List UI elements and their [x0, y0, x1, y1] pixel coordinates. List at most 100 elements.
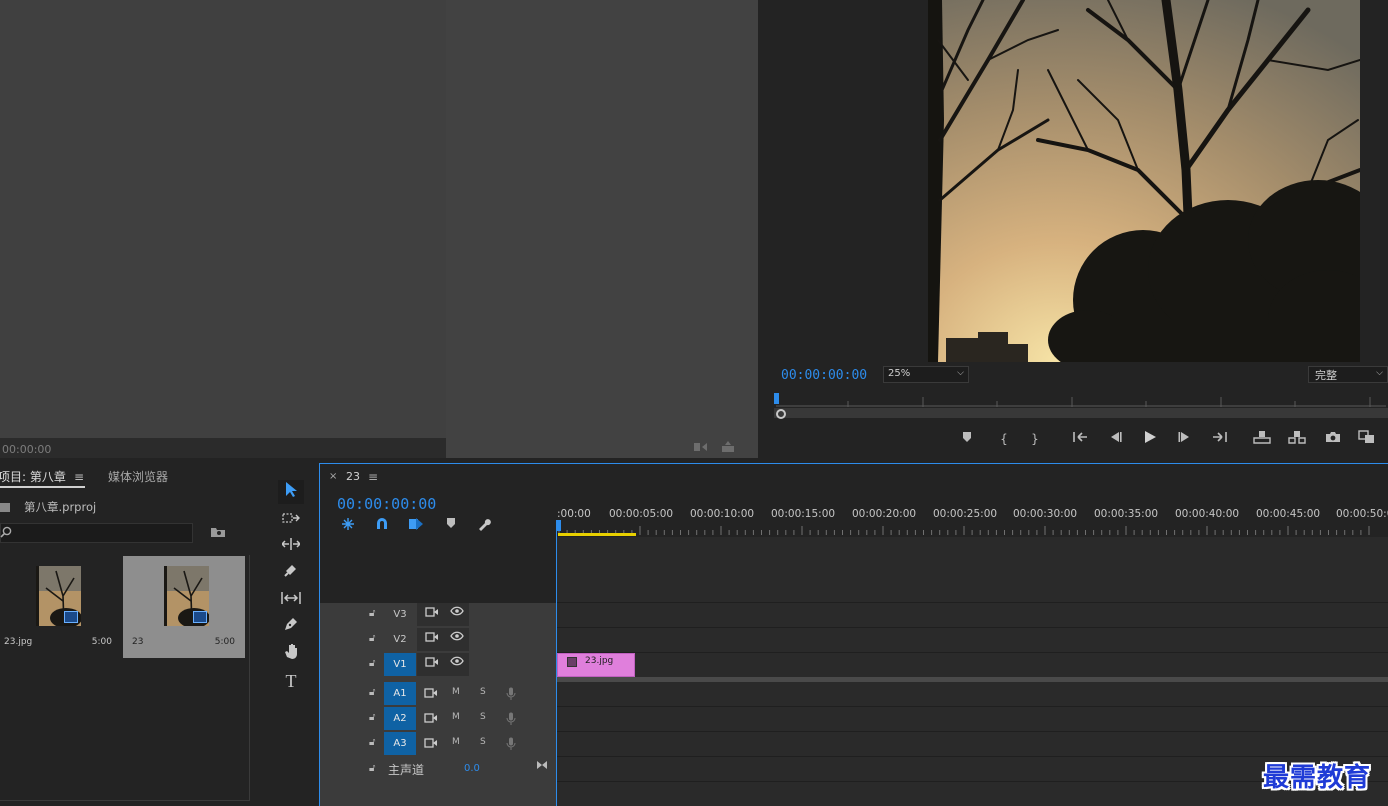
chevron-down-icon: ⌵ — [1376, 368, 1383, 378]
lock-icon[interactable]: 🔓︎ — [369, 608, 375, 619]
nest-icon[interactable] — [338, 517, 358, 535]
play-icon[interactable] — [1139, 430, 1161, 448]
microphone-icon[interactable] — [506, 687, 516, 703]
master-volume-value[interactable]: 0.0 — [464, 763, 480, 774]
track-header-a3: 🔓︎ A3 M S — [320, 732, 556, 756]
work-area-bar[interactable] — [558, 533, 636, 536]
insert-icon[interactable] — [693, 440, 711, 456]
step-forward-icon[interactable] — [1174, 430, 1196, 448]
track-target-a1[interactable]: A1 — [384, 682, 416, 705]
lock-icon[interactable]: 🔓︎ — [369, 737, 375, 748]
mute-button[interactable]: M — [452, 737, 460, 747]
linked-selection-icon[interactable] — [406, 517, 426, 535]
sync-lock-icon[interactable] — [425, 631, 439, 646]
timeline-time-ruler[interactable]: :00:00 00:00:05:00 00:00:10:00 00:00:15:… — [557, 508, 1388, 536]
sync-lock-icon[interactable] — [424, 712, 438, 727]
lock-icon[interactable]: 🔓︎ — [369, 658, 375, 669]
program-timecode[interactable]: 00:00:00:00 — [781, 368, 867, 383]
playhead-line[interactable] — [556, 522, 557, 806]
type-tool-icon[interactable]: T — [278, 669, 304, 693]
export-frame-icon[interactable] — [720, 440, 738, 456]
project-item-23-jpg[interactable]: 23.jpg 5:00 — [0, 556, 122, 658]
slip-tool-icon[interactable] — [278, 588, 304, 612]
lock-icon[interactable]: 🔓︎ — [369, 687, 375, 698]
panel-menu-icon[interactable]: ≡ — [74, 470, 84, 484]
track-header-a2: 🔓︎ A2 M S — [320, 707, 556, 731]
project-item-duration: 5:00 — [214, 637, 235, 647]
extract-icon[interactable] — [1286, 430, 1308, 448]
active-tab-indicator — [0, 486, 85, 488]
sync-lock-icon[interactable] — [425, 656, 439, 671]
video-audio-divider[interactable] — [557, 677, 1388, 682]
selection-tool-icon[interactable] — [278, 480, 304, 504]
program-monitor-frame — [928, 0, 1360, 362]
mute-button[interactable]: M — [452, 712, 460, 722]
sync-lock-icon[interactable] — [425, 606, 439, 621]
playback-quality-select[interactable]: 完整 ⌵ — [1308, 366, 1388, 383]
eye-icon[interactable] — [450, 656, 464, 669]
track-header-v3: 🔓︎ V3 — [320, 603, 556, 627]
camera-icon[interactable] — [1322, 430, 1344, 448]
add-marker-icon[interactable] — [441, 517, 461, 535]
solo-button[interactable]: S — [480, 737, 486, 747]
track-target-v3[interactable]: V3 — [384, 603, 416, 626]
track-target-v1[interactable]: V1 — [384, 653, 416, 676]
ripple-edit-tool-icon[interactable] — [278, 534, 304, 558]
zoom-scroll-handle[interactable] — [776, 409, 786, 419]
microphone-icon[interactable] — [506, 737, 516, 753]
mark-in-icon[interactable]: { — [993, 430, 1015, 448]
fx-badge-icon — [567, 657, 577, 667]
go-to-in-icon[interactable] — [1070, 430, 1092, 448]
sequence-tab-name[interactable]: 23 — [346, 470, 360, 483]
tab-media-browser[interactable]: 媒体浏览器 — [108, 468, 168, 485]
ruler-label: 00:00:50:00 — [1336, 508, 1388, 520]
project-search-input[interactable] — [0, 523, 193, 543]
snap-magnet-icon[interactable] — [372, 517, 392, 535]
go-to-out-icon[interactable] — [1208, 430, 1230, 448]
source-timecode[interactable]: 00:00:00 — [2, 443, 51, 456]
program-time-ruler[interactable] — [774, 393, 1388, 407]
lock-icon[interactable]: 🔓︎ — [369, 763, 375, 774]
project-item-23-sequence[interactable]: 23 5:00 — [123, 556, 245, 658]
pen-tool-icon[interactable] — [278, 615, 304, 639]
sequence-badge-icon — [193, 611, 207, 623]
sync-lock-icon[interactable] — [424, 737, 438, 752]
eye-icon[interactable] — [450, 631, 464, 644]
track-target-v2[interactable]: V2 — [384, 628, 416, 651]
go-to-end-icon[interactable] — [536, 760, 548, 773]
solo-button[interactable]: S — [480, 687, 486, 697]
ruler-label: 00:00:10:00 — [690, 508, 755, 520]
sync-lock-icon[interactable] — [424, 687, 438, 702]
track-target-a3[interactable]: A3 — [384, 732, 416, 755]
eye-icon[interactable] — [450, 606, 464, 619]
program-scrub-bar[interactable] — [774, 408, 1388, 418]
mute-button[interactable]: M — [452, 687, 460, 697]
lift-icon[interactable] — [1251, 430, 1273, 448]
project-file-icon — [0, 503, 10, 512]
zoom-level-select[interactable]: 25% ⌵ — [883, 366, 969, 383]
add-marker-icon[interactable] — [956, 430, 978, 448]
image-badge-icon — [64, 611, 78, 623]
close-icon[interactable]: × — [329, 471, 337, 482]
track-target-a2[interactable]: A2 — [384, 707, 416, 730]
step-back-icon[interactable] — [1104, 430, 1126, 448]
panel-menu-icon[interactable]: ≡ — [368, 470, 378, 484]
timeline-timecode[interactable]: 00:00:00:00 — [337, 495, 436, 513]
razor-tool-icon[interactable] — [278, 561, 304, 585]
source-monitor-right-area — [446, 0, 758, 458]
track-divider — [557, 706, 1388, 707]
tab-project[interactable]: 项目: 第八章 — [0, 468, 66, 485]
compare-view-icon[interactable] — [1356, 430, 1378, 448]
find-bin-icon[interactable] — [210, 526, 226, 538]
microphone-icon[interactable] — [506, 712, 516, 728]
project-item-duration: 5:00 — [91, 637, 112, 647]
wrench-icon[interactable] — [474, 517, 494, 535]
solo-button[interactable]: S — [480, 712, 486, 722]
lock-icon[interactable]: 🔓︎ — [369, 712, 375, 723]
hand-tool-icon[interactable] — [278, 642, 304, 666]
track-header-a1: 🔓︎ A1 M S — [320, 682, 556, 706]
track-select-tool-icon[interactable] — [278, 507, 304, 531]
playhead-handle[interactable] — [556, 520, 561, 531]
lock-icon[interactable]: 🔓︎ — [369, 633, 375, 644]
mark-out-icon[interactable]: } — [1024, 430, 1046, 448]
